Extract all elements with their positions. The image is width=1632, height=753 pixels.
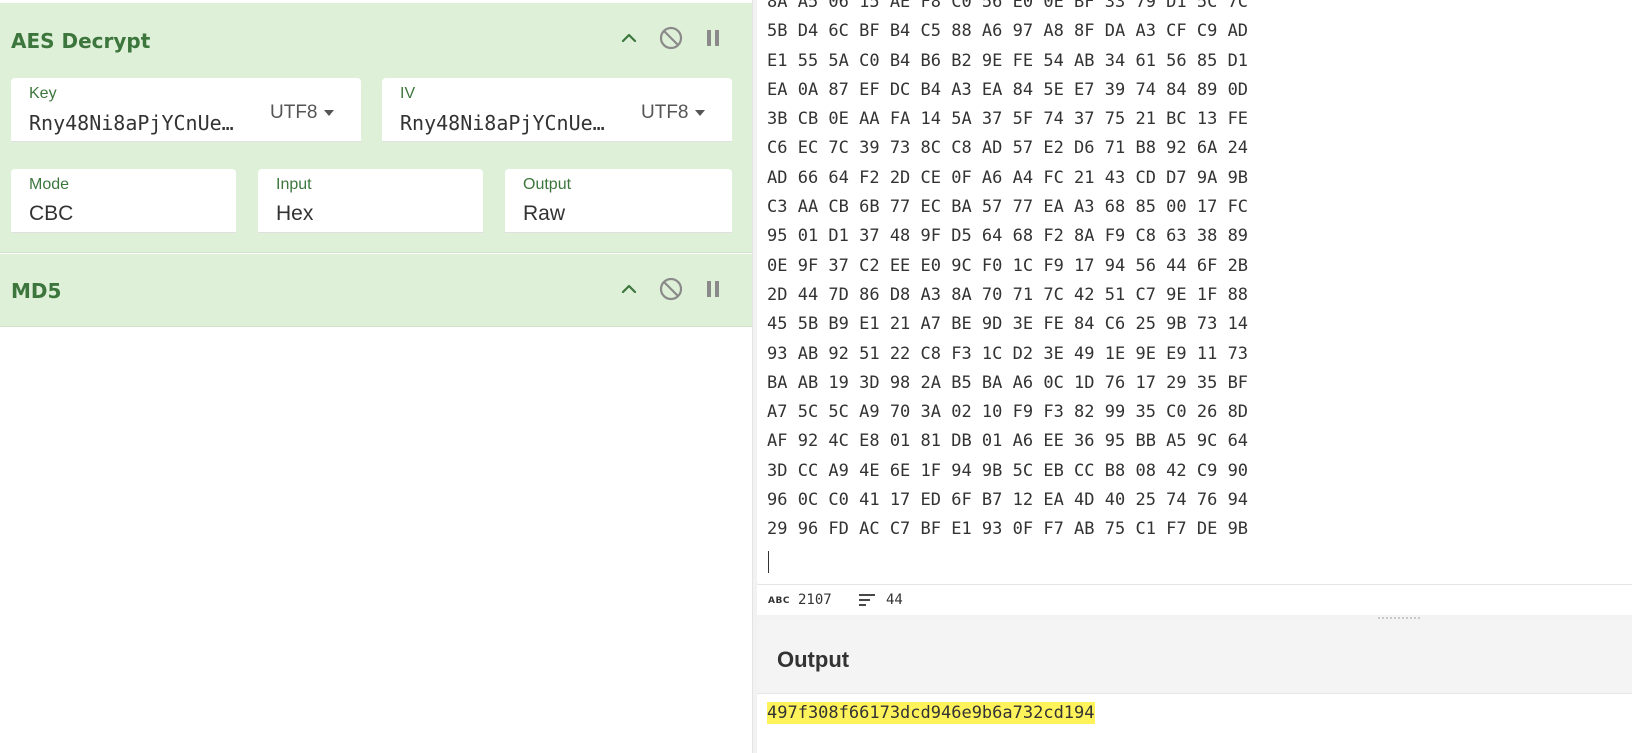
mode-select[interactable]: CBC (29, 202, 73, 226)
md5-operation-controls (616, 276, 726, 302)
input-status-bar: ABC 2107 44 (757, 584, 1632, 616)
iv-field[interactable]: IV Rny48Ni8aPjYCnUeBUg6 UTF8 (382, 78, 732, 142)
mode-label: Mode (29, 176, 70, 193)
key-label: Key (29, 85, 57, 102)
output-title: Output (777, 647, 850, 672)
recipe-panel: AES Decrypt Key Rny48Ni8aPjYCnUeBUg6 UTF… (0, 0, 752, 753)
key-input[interactable]: Rny48Ni8aPjYCnUeBUg6 (29, 111, 237, 135)
key-encoding-value: UTF8 (270, 102, 318, 123)
mode-field[interactable]: Mode CBC (11, 169, 236, 233)
md5-operation: MD5 (0, 254, 752, 327)
pause-icon[interactable] (700, 25, 726, 51)
grip-icon (1377, 616, 1421, 619)
output-format-field[interactable]: Output Raw (505, 169, 732, 233)
input-length: 2107 (798, 592, 832, 608)
disable-icon[interactable] (658, 25, 684, 51)
iv-label: IV (400, 85, 416, 102)
text-cursor (768, 551, 769, 573)
output-format-select[interactable]: Raw (523, 202, 565, 226)
pause-icon[interactable] (700, 276, 726, 302)
aes-decrypt-title: AES Decrypt (11, 29, 151, 53)
iv-input[interactable]: Rny48Ni8aPjYCnUeBUg6 (400, 111, 608, 135)
input-format-select[interactable]: Hex (276, 202, 313, 226)
chevron-up-icon[interactable] (616, 25, 642, 51)
key-field[interactable]: Key Rny48Ni8aPjYCnUeBUg6 UTF8 (11, 78, 361, 142)
chevron-up-icon[interactable] (616, 276, 642, 302)
key-encoding-dropdown[interactable]: UTF8 (270, 102, 334, 124)
input-text-area[interactable]: 8A A5 06 15 AE F8 C0 56 E0 0E BF 33 79 D… (757, 0, 1632, 582)
output-hash-value[interactable]: 497f308f66173dcd946e9b6a732cd194 (767, 702, 1095, 724)
disable-icon[interactable] (658, 276, 684, 302)
output-format-label: Output (523, 176, 572, 193)
caret-down-icon (323, 110, 334, 116)
md5-title: MD5 (11, 279, 62, 303)
output-header: Output (757, 621, 1632, 694)
iv-encoding-dropdown[interactable]: UTF8 (641, 102, 705, 124)
input-hex-text[interactable]: 8A A5 06 15 AE F8 C0 56 E0 0E BF 33 79 D… (767, 0, 1248, 545)
aes-decrypt-operation: AES Decrypt Key Rny48Ni8aPjYCnUeBUg6 UTF… (0, 3, 752, 253)
aes-operation-controls (616, 25, 726, 51)
caret-down-icon (694, 110, 705, 116)
abc-length-icon: ABC (768, 596, 790, 606)
input-format-label: Input (276, 176, 312, 193)
input-line-count: 44 (886, 592, 903, 608)
output-text-area[interactable]: 497f308f66173dcd946e9b6a732cd194 (757, 694, 1632, 753)
input-format-field[interactable]: Input Hex (258, 169, 483, 233)
iv-encoding-value: UTF8 (641, 102, 689, 123)
lines-icon (858, 592, 876, 612)
